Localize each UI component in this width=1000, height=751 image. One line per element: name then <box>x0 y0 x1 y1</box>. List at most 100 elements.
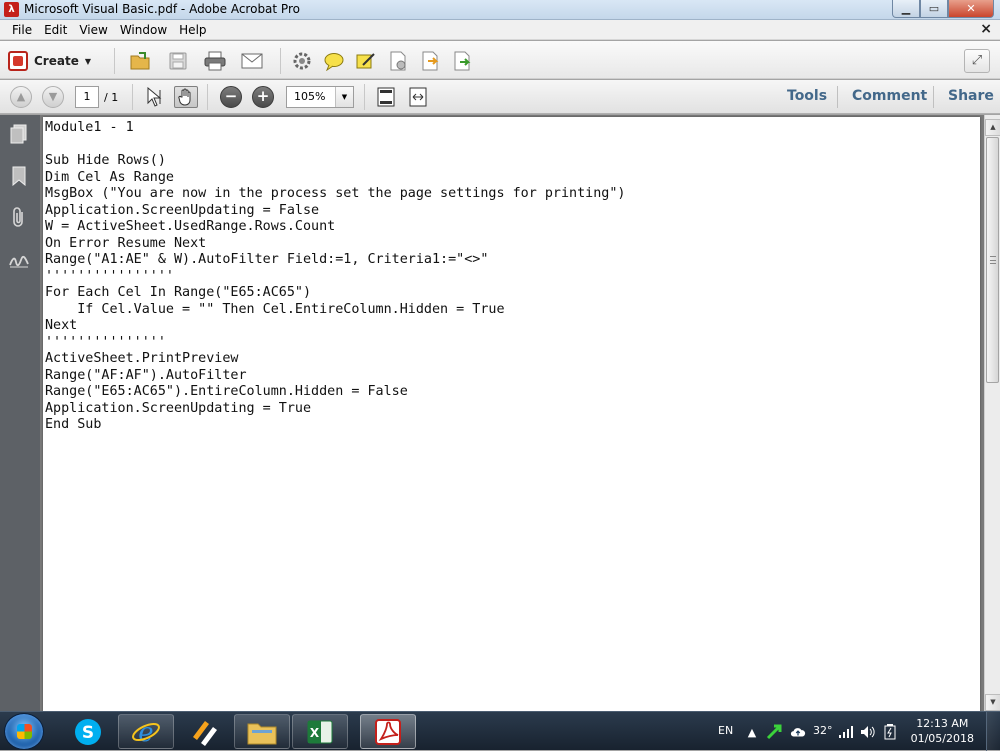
windows-taskbar: S e X EN ▲ 32° 12:13 AM 01/05/2018 <box>0 711 1000 751</box>
network-signal-icon[interactable] <box>838 724 854 740</box>
document-line: On Error Resume Next <box>45 235 207 251</box>
sign-icon[interactable] <box>355 50 377 72</box>
signatures-icon[interactable] <box>8 249 30 271</box>
taskbar-internet-explorer[interactable]: e <box>118 714 174 749</box>
svg-text:e: e <box>138 718 153 747</box>
document-close-button[interactable]: × <box>980 21 992 37</box>
close-button[interactable]: ✕ <box>948 0 994 18</box>
clock-date: 01/05/2018 <box>910 732 974 745</box>
page-number-input[interactable]: 1 <box>75 86 99 108</box>
document-line: Dim Cel As Range <box>45 169 174 185</box>
taskbar-file-explorer[interactable] <box>234 714 290 749</box>
clock-time: 12:13 AM <box>916 717 969 730</box>
tab-divider <box>837 86 838 108</box>
menu-window[interactable]: Window <box>114 20 173 40</box>
document-line: Module1 - 1 <box>45 120 134 135</box>
create-label: Create <box>34 54 79 68</box>
window-title: Microsoft Visual Basic.pdf - Adobe Acrob… <box>24 2 300 16</box>
email-icon[interactable] <box>241 50 263 72</box>
chevron-down-icon[interactable]: ▼ <box>335 87 353 107</box>
document-line: W = ActiveSheet.UsedRange.Rows.Count <box>45 219 336 234</box>
show-hidden-icons-icon[interactable]: ▲ <box>744 724 760 740</box>
grip-icon <box>990 256 996 264</box>
vertical-scrollbar[interactable]: ▲ ▼ <box>984 115 1000 711</box>
tab-share[interactable]: Share <box>948 88 994 104</box>
bookmarks-icon[interactable] <box>8 165 30 187</box>
scroll-thumb[interactable] <box>986 137 999 383</box>
tab-comment[interactable]: Comment <box>852 88 927 104</box>
menu-view[interactable]: View <box>73 20 113 40</box>
create-button[interactable]: Create ▼ <box>8 49 91 73</box>
zoom-in-icon[interactable]: + <box>252 86 274 108</box>
toolbar-divider <box>207 84 208 110</box>
folder-icon <box>247 723 277 744</box>
system-clock[interactable]: 12:13 AM 01/05/2018 <box>911 716 974 746</box>
title-bar: λ Microsoft Visual Basic.pdf - Adobe Acr… <box>0 0 1000 20</box>
hand-tool-icon[interactable] <box>174 86 198 108</box>
fit-width-icon[interactable] <box>406 86 430 108</box>
taskbar-excel[interactable]: X <box>292 714 348 749</box>
start-button[interactable] <box>4 713 44 750</box>
zoom-select[interactable]: 105% ▼ <box>286 86 354 108</box>
comment-icon[interactable] <box>323 50 345 72</box>
zoom-value: 105% <box>294 90 326 103</box>
menu-help[interactable]: Help <box>173 20 212 40</box>
excel-icon: X <box>307 720 333 743</box>
scroll-up-icon[interactable]: ▲ <box>985 119 1000 136</box>
language-indicator[interactable]: EN <box>718 724 733 737</box>
skype-icon: S <box>75 718 101 745</box>
menu-bar: File Edit View Window Help × <box>0 20 1000 40</box>
svg-text:S: S <box>82 723 94 743</box>
volume-icon[interactable] <box>860 724 876 740</box>
document-viewport[interactable]: Module1 - 1 Sub Hide Rows() Dim Cel As Ran… <box>40 115 984 717</box>
tab-tools[interactable]: Tools <box>787 88 827 104</box>
document-line: Application.ScreenUpdating = True <box>45 400 312 416</box>
print-icon[interactable] <box>204 50 226 72</box>
cloud-upload-icon[interactable] <box>790 724 806 740</box>
full-screen-icon[interactable]: ⤢ <box>964 49 990 73</box>
select-cursor-icon[interactable] <box>142 86 166 108</box>
degree-symbol-icon: ° <box>827 724 833 737</box>
export-icon[interactable] <box>419 50 441 72</box>
create-pdf-icon <box>8 51 28 71</box>
taskbar-media-player[interactable] <box>176 714 232 749</box>
action-center-icon[interactable] <box>766 724 782 740</box>
share-doc-icon[interactable] <box>451 50 473 72</box>
taskbar-acrobat[interactable] <box>360 714 416 749</box>
zoom-out-icon[interactable]: − <box>220 86 242 108</box>
toolbar-divider <box>114 48 115 74</box>
document-line: Application.ScreenUpdating = False <box>45 202 320 218</box>
document-line: Next <box>45 318 78 333</box>
maximize-button[interactable]: ▭ <box>920 0 948 18</box>
navigation-pane <box>0 115 40 711</box>
toolbar-divider <box>132 84 133 110</box>
show-desktop-button[interactable] <box>986 712 1000 751</box>
tab-divider <box>933 86 934 108</box>
open-icon[interactable] <box>130 50 152 72</box>
document-line: For Each Cel In Range("E65:AC65") <box>45 285 312 300</box>
document-line: Range("A1:AE" & W).AutoFilter Field:=1, … <box>45 252 489 267</box>
next-page-icon[interactable]: ▼ <box>42 86 64 108</box>
window-controls: ▁ ▭ ✕ <box>892 0 994 18</box>
toolbar-divider <box>280 48 281 74</box>
review-icon[interactable] <box>387 50 409 72</box>
attachments-icon[interactable] <box>8 207 30 229</box>
media-player-icon <box>193 720 217 746</box>
battery-power-icon[interactable] <box>882 724 898 740</box>
page-total-label: / 1 <box>104 91 119 104</box>
save-icon[interactable] <box>167 50 189 72</box>
gear-icon[interactable] <box>291 50 313 72</box>
menu-edit[interactable]: Edit <box>38 20 73 40</box>
previous-page-icon[interactable]: ▲ <box>10 86 32 108</box>
page-thumbnails-icon[interactable] <box>8 123 30 145</box>
document-line: '''''''''''''''' <box>45 268 174 284</box>
document-line: Range("AF:AF").AutoFilter <box>45 367 247 383</box>
menu-file[interactable]: File <box>6 20 38 40</box>
scroll-down-icon[interactable]: ▼ <box>985 694 1000 711</box>
minimize-button[interactable]: ▁ <box>892 0 920 18</box>
acrobat-app-icon[interactable]: λ <box>4 2 19 17</box>
pdf-page: Module1 - 1 Sub Hide Rows() Dim Cel As Ran… <box>43 117 980 717</box>
temperature-label: 32° <box>813 724 833 737</box>
taskbar-skype[interactable]: S <box>60 714 116 749</box>
fit-page-icon[interactable] <box>374 86 398 108</box>
